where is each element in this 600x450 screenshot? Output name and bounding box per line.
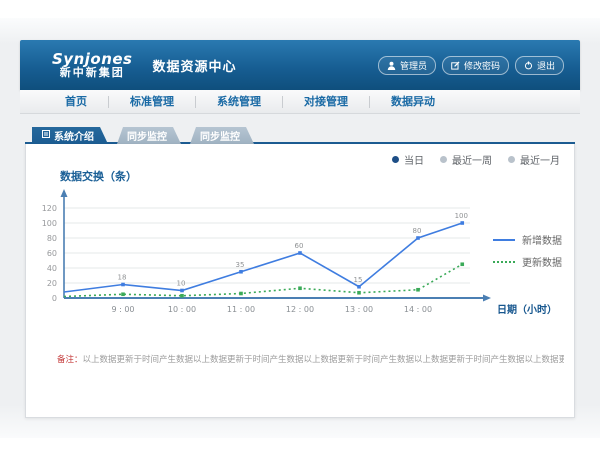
tab-sync-monitor-2[interactable]: 同步监控 [190,127,254,144]
brand-logo-en: Synjones [52,51,133,68]
radio-label: 最近一月 [520,152,560,167]
legend-line-solid [493,239,515,241]
svg-text:11 : 00: 11 : 00 [227,305,255,314]
change-password-label: 修改密码 [464,59,500,72]
svg-text:18: 18 [118,274,127,282]
tab-label: 系统介绍 [54,128,94,143]
tab-system-intro[interactable]: 系统介绍 [32,127,108,144]
brand-logo: Synjones 新中新集团 [52,51,133,80]
svg-text:12 : 00: 12 : 00 [286,305,314,314]
tab-label: 同步监控 [200,128,240,143]
radio-label: 最近一周 [452,152,492,167]
svg-text:14 : 00: 14 : 00 [404,305,432,314]
radio-dot [440,156,447,163]
nav-item-interface-mgmt[interactable]: 对接管理 [283,96,370,108]
date-range-filter: 当日 最近一周 最近一月 [392,152,560,167]
header-actions: 管理员 修改密码 退出 [378,56,564,75]
document-icon [42,130,50,141]
svg-text:60: 60 [47,249,57,258]
svg-text:80: 80 [413,227,422,235]
power-icon [524,61,533,70]
content-panel: 系统介绍 同步监控 同步监控 当日 最近一周 [25,127,575,418]
svg-text:100: 100 [42,219,57,228]
edit-icon [451,61,460,70]
radio-last-month[interactable]: 最近一月 [508,152,560,167]
tab-label: 同步监控 [127,128,167,143]
svg-text:10 : 00: 10 : 00 [168,305,196,314]
change-password-button[interactable]: 修改密码 [442,56,509,75]
panel-body: 当日 最近一周 最近一月 数据交换（条） 0 20 40 60 80 100 120 9 : … [25,144,575,418]
svg-text:80: 80 [47,234,57,243]
legend-label: 新增数据 [522,232,562,247]
user-icon [387,61,396,70]
footnote: 备注：以上数据更新于时间产生数据以上数据更新于时间产生数据以上数据更新于时间产生… [57,353,564,365]
y-axis-title: 数据交换（条） [60,168,137,184]
legend-item-new-data: 新增数据 [493,232,562,247]
legend-line-dotted [493,261,515,263]
radio-last-week[interactable]: 最近一周 [440,152,492,167]
svg-text:35: 35 [236,261,245,269]
radio-dot-selected [392,156,399,163]
footnote-text: 以上数据更新于时间产生数据以上数据更新于时间产生数据以上数据更新于时间产生数据以… [83,355,564,365]
app-title: 数据资源中心 [153,56,237,75]
main-nav: 首页 标准管理 系统管理 对接管理 数据异动 [20,90,580,114]
svg-text:9 : 00: 9 : 00 [111,305,134,314]
nav-item-data-change[interactable]: 数据异动 [370,96,456,108]
svg-text:100: 100 [455,212,468,220]
svg-text:15: 15 [354,276,363,284]
app-header: Synjones 新中新集团 数据资源中心 管理员 修改密码 退出 [20,40,580,90]
legend-item-update-data: 更新数据 [493,254,562,269]
svg-text:13 : 00: 13 : 00 [345,305,373,314]
radio-label: 当日 [404,152,424,167]
brand-logo-cn: 新中新集团 [52,67,133,79]
svg-text:40: 40 [47,264,57,273]
radio-dot [508,156,515,163]
svg-text:10: 10 [177,280,186,288]
app-window: Synjones 新中新集团 数据资源中心 管理员 修改密码 退出 [20,40,580,418]
svg-text:120: 120 [42,204,57,213]
nav-item-system-mgmt[interactable]: 系统管理 [196,96,283,108]
legend-label: 更新数据 [522,254,562,269]
tab-sync-monitor-1[interactable]: 同步监控 [117,127,181,144]
nav-item-standard-mgmt[interactable]: 标准管理 [109,96,196,108]
svg-text:0: 0 [52,294,57,303]
svg-text:60: 60 [295,242,304,250]
logout-label: 退出 [537,59,555,72]
nav-item-home[interactable]: 首页 [44,96,109,108]
logout-button[interactable]: 退出 [515,56,564,75]
user-button[interactable]: 管理员 [378,56,436,75]
radio-today[interactable]: 当日 [392,152,424,167]
svg-text:20: 20 [47,279,57,288]
footnote-prefix: 备注： [57,355,83,365]
chart-legend: 新增数据 更新数据 [493,232,562,269]
svg-text:日期（小时）: 日期（小时） [497,303,557,316]
tab-bar: 系统介绍 同步监控 同步监控 [25,127,575,144]
user-label: 管理员 [400,59,427,72]
